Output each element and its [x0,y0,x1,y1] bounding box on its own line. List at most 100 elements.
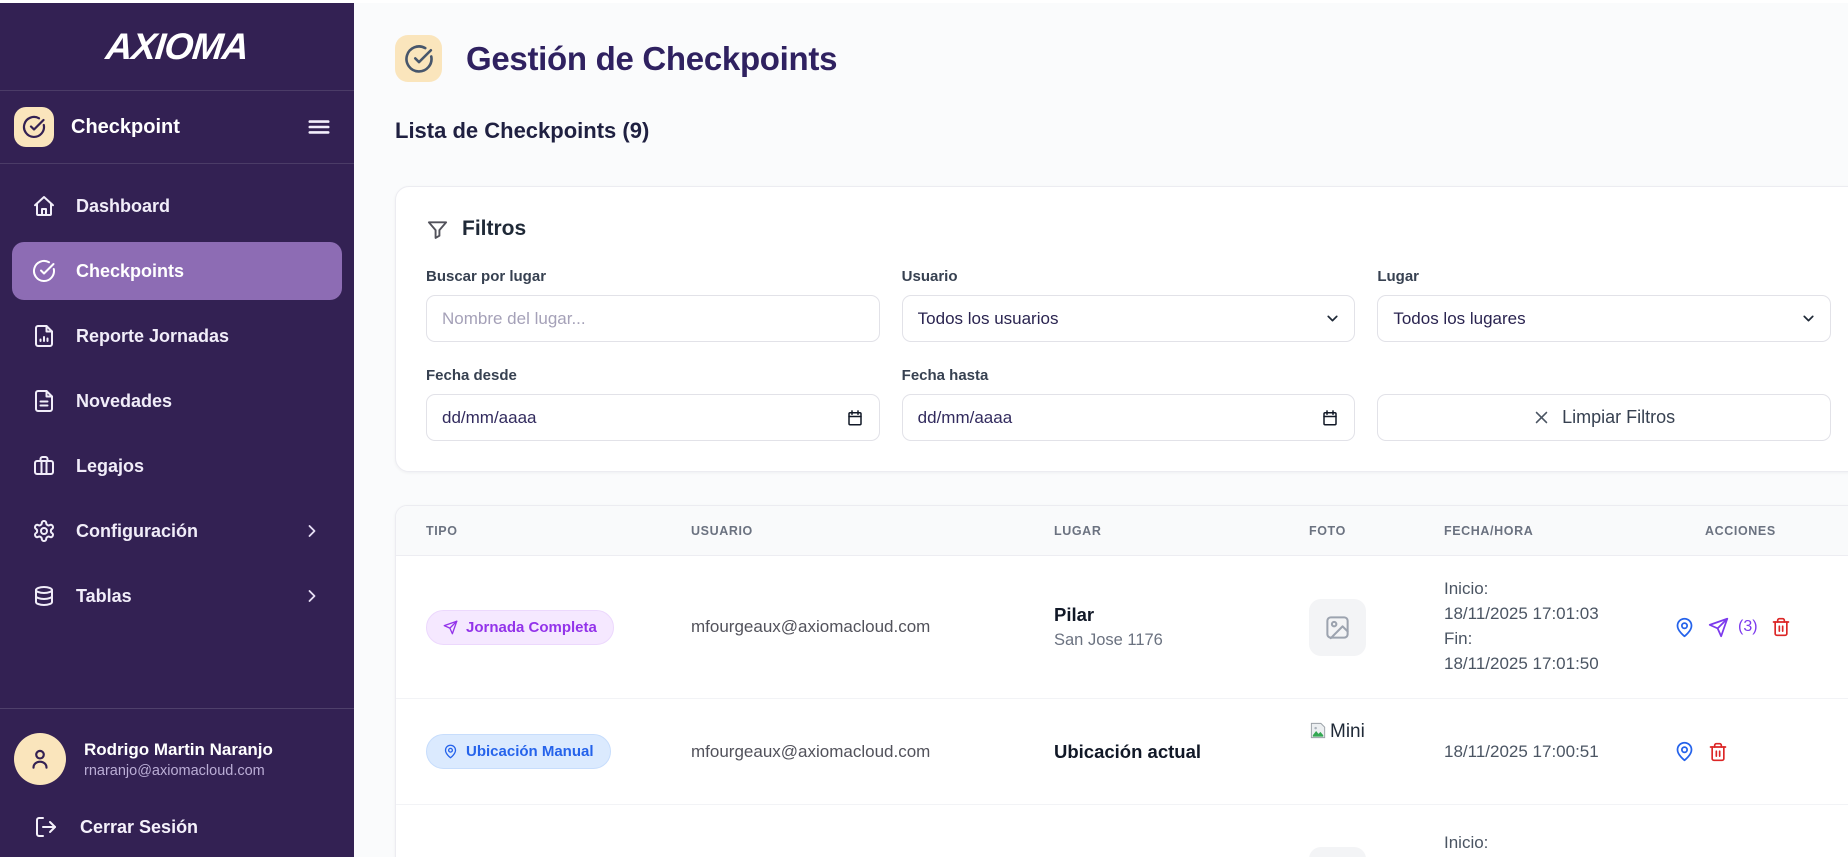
user-email-cell: mfourgeaux@axiomacloud.com [691,741,931,761]
filters-header: Filtros [426,217,1831,241]
map-pin-icon [1676,617,1693,637]
sidebar-item-label: Legajos [76,455,145,476]
database-icon [32,584,56,608]
view-location-button[interactable] [1674,741,1695,762]
avatar [14,733,66,785]
page-title: Gestión de Checkpoints [466,39,838,77]
sidebar-item-reporte-jornadas[interactable]: Reporte Jornadas [12,307,342,365]
briefcase-icon [32,454,56,478]
filter-date-from: Fecha desde dd/mm/aaaa [426,367,880,441]
datetime-cell: Inicio: [1444,833,1489,852]
datetime-cell: 18/11/2025 17:00:51 [1444,741,1599,761]
user-email: rnaranjo@axiomacloud.com [84,763,265,780]
send-icon [1708,617,1729,637]
column-header-usuario: USUARIO [691,523,753,538]
view-location-button[interactable] [1674,617,1695,638]
sidebar-item-label: Novedades [76,390,173,411]
actions-cell [1674,741,1848,762]
filter-date-to: Fecha hasta dd/mm/aaaa [901,367,1356,441]
gear-icon [32,519,56,543]
send-icon [443,620,458,634]
map-pin-icon [1676,741,1693,762]
filter-user: Usuario Todos los usuarios [901,268,1356,342]
type-badge-ubicacion-manual: Ubicación Manual [426,734,611,769]
check-circle-icon [404,44,433,73]
logout-label: Cerrar Sesión [80,816,199,837]
close-icon [1535,411,1548,424]
date-to-value: dd/mm/aaaa [917,407,1013,427]
place-cell: Pilar San Jose 1176 [1054,604,1163,649]
column-header-fecha-hora: FECHA/HORA [1444,523,1534,538]
photo-alt-text: Mini [1330,721,1365,742]
delete-button[interactable] [1708,742,1728,762]
filter-place: Lugar Todos los lugares [1377,268,1831,342]
chevron-right-icon [302,521,322,541]
user-icon [32,749,48,769]
calendar-icon [847,409,862,425]
delete-button[interactable] [1771,617,1791,637]
file-chart-icon [32,324,56,348]
app-title: Checkpoint [71,115,180,138]
sidebar-item-dashboard[interactable]: Dashboard [12,177,342,235]
file-text-icon [32,389,56,413]
send-notifications-button[interactable] [1708,617,1729,638]
type-badge-jornada-completa: Jornada Completa [426,609,614,645]
logo-area: AXIOMA [0,3,354,91]
sidebar-nav: Dashboard Checkpoints Reporte Jornadas N… [0,164,354,632]
column-header-foto: FOTO [1309,523,1346,538]
filter-search-place: Buscar por lugar [426,268,880,342]
table-header-row: TIPO USUARIO LUGAR FOTO FECHA/HORA ACCIO… [396,506,1848,556]
sidebar-item-label: Reporte Jornadas [76,325,230,346]
user-name: Rodrigo Martin Naranjo [84,739,273,759]
filters-grid: Buscar por lugar Usuario Todos los usuar… [426,268,1831,441]
place-label: Lugar [1377,268,1419,285]
column-header-acciones: ACCIONES [1705,523,1776,538]
table-row: Ubicación Manual mfourgeaux@axiomacloud.… [396,699,1848,805]
column-header-tipo: TIPO [426,523,458,538]
date-from-label: Fecha desde [426,367,517,384]
datetime-cell: Inicio: 18/11/2025 17:01:03 Fin: 18/11/2… [1444,579,1599,673]
broken-image-icon [1310,722,1326,739]
place-select[interactable]: Todos los lugares [1377,295,1831,342]
image-icon [1326,615,1349,639]
menu-toggle-button[interactable] [306,114,332,140]
list-title: Lista de Checkpoints (9) [395,118,650,143]
user-select[interactable]: Todos los usuarios [901,295,1356,342]
funnel-icon [427,220,448,239]
filters-title: Filtros [462,217,527,240]
checkpoint-app-icon [14,107,54,147]
date-to-input[interactable]: dd/mm/aaaa [901,394,1356,441]
date-from-value: dd/mm/aaaa [442,407,537,427]
sidebar-item-label: Tablas [76,585,132,606]
clear-filters-button[interactable]: Limpiar Filtros [1377,394,1831,441]
sidebar-item-label: Checkpoints [76,260,185,281]
trash-icon [1709,742,1727,761]
sidebar-item-checkpoints[interactable]: Checkpoints [12,242,342,300]
trash-icon [1772,617,1789,637]
photo-placeholder [1309,847,1366,857]
chevron-right-icon [302,586,322,606]
date-from-input[interactable]: dd/mm/aaaa [426,394,880,441]
table-row: Jornada Completa mfourgeaux@axiomacloud.… [396,556,1848,699]
sidebar-item-configuracion[interactable]: Configuración [12,502,342,560]
sidebar-item-label: Dashboard [76,195,171,216]
main-content: Gestión de Checkpoints Lista de Checkpoi… [354,3,1848,857]
photo-placeholder [1309,598,1366,656]
table-row: Inicio: [396,805,1848,857]
photo-thumbnail-broken[interactable]: Mini [1309,721,1444,743]
logout-button[interactable]: Cerrar Sesión [14,815,340,839]
sidebar-item-legajos[interactable]: Legajos [12,437,342,495]
sidebar-item-label: Configuración [76,520,198,541]
sidebar-item-tablas[interactable]: Tablas [12,567,342,625]
page-title-icon [395,35,442,82]
date-to-label: Fecha hasta [901,367,989,384]
user-info: Rodrigo Martin Naranjo rnaranjo@axiomacl… [14,733,340,785]
sidebar-item-novedades[interactable]: Novedades [12,372,342,430]
actions-cell: (3) [1674,617,1848,638]
search-place-input[interactable] [426,295,880,342]
logout-icon [36,817,56,837]
check-circle-icon [32,259,56,283]
home-icon [32,194,56,218]
sidebar-footer: Rodrigo Martin Naranjo rnaranjo@axiomacl… [0,708,354,857]
checkpoints-table: TIPO USUARIO LUGAR FOTO FECHA/HORA ACCIO… [395,505,1848,857]
